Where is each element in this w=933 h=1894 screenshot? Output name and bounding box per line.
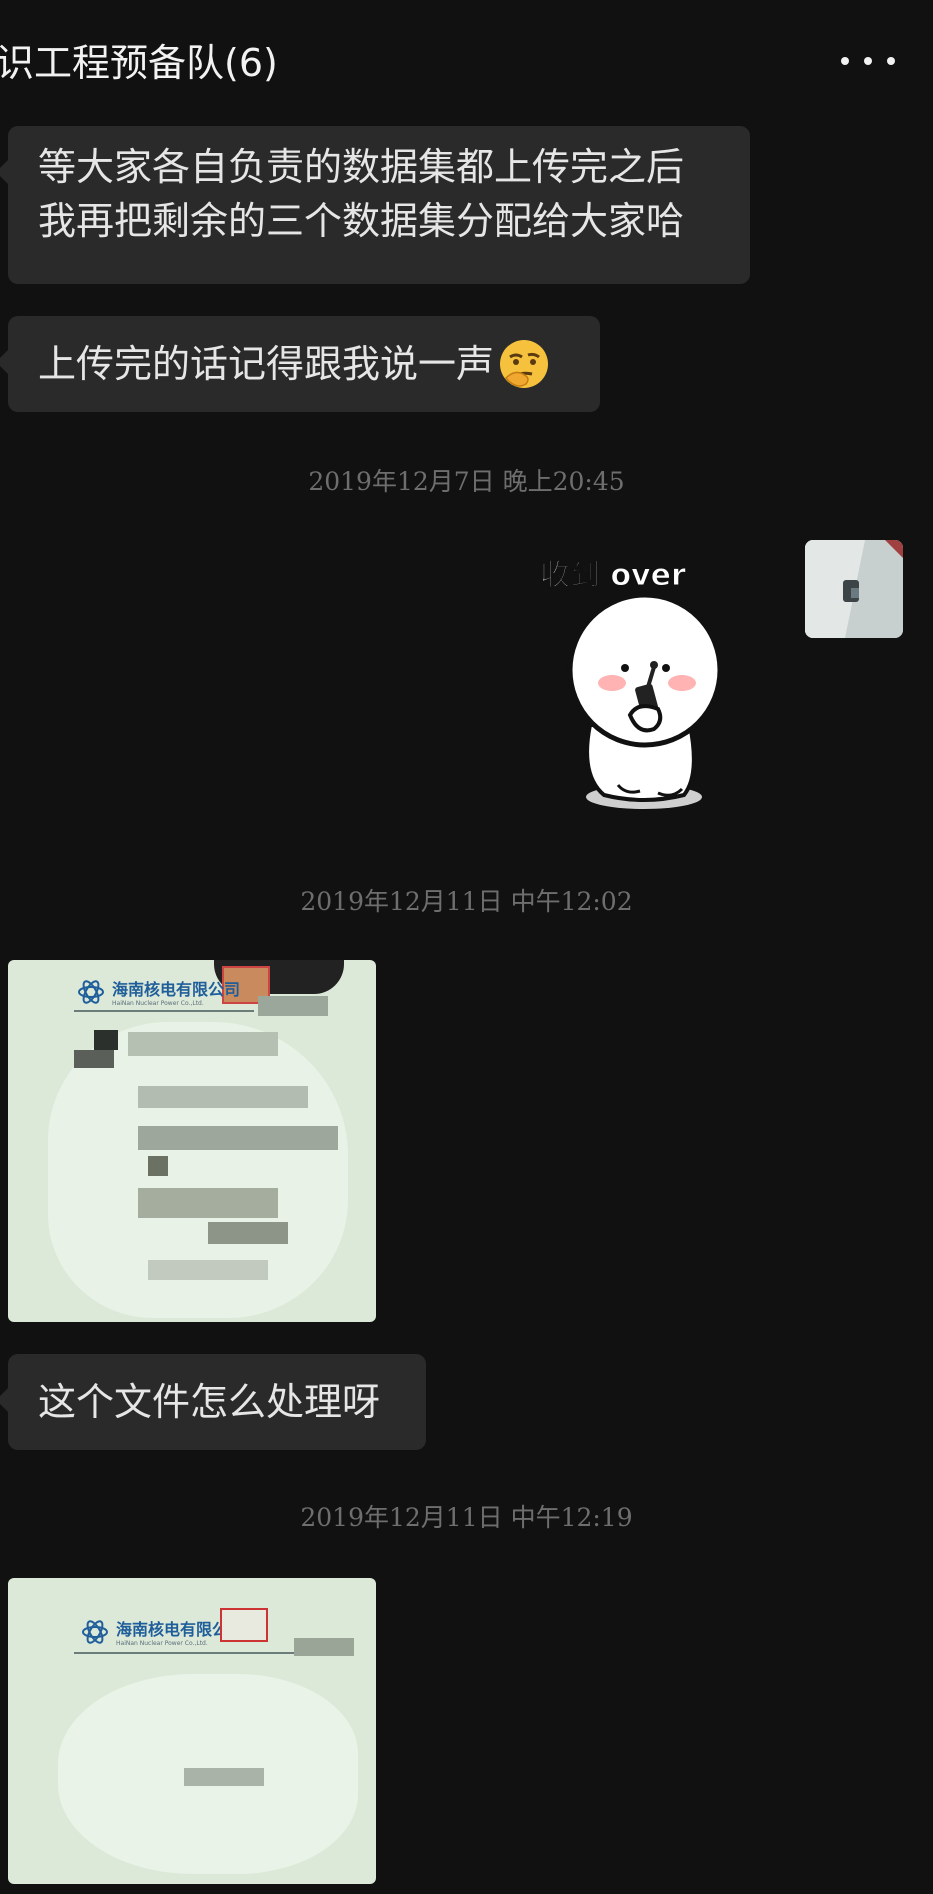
image-message[interactable]: 海南核电有限公司 HaiNan Nuclear Power Co.,Ltd. xyxy=(8,1578,376,1884)
message-line: 等大家各自负责的数据集都上传完之后 xyxy=(38,145,685,189)
timestamp: 2019年12月11日 中午12:19 xyxy=(300,1503,633,1532)
logo-text: 海南核电有限公司 xyxy=(112,980,241,999)
header-rule xyxy=(74,1010,254,1012)
mosaic-block xyxy=(138,1188,278,1218)
mosaic-block xyxy=(128,1032,278,1056)
message-text: 上传完的话记得跟我说一声 xyxy=(38,342,495,386)
image-message[interactable]: 海南核电有限公司 HaiNan Nuclear Power Co.,Ltd. xyxy=(8,960,376,1322)
chat-header: 识工程预备队(6) xyxy=(0,0,933,122)
thinking-face-emoji-icon xyxy=(498,338,550,390)
timestamp: 2019年12月7日 晚上20:45 xyxy=(308,467,625,496)
mosaic-block xyxy=(184,1768,264,1786)
more-options-icon[interactable] xyxy=(841,46,895,76)
walkie-talkie-sticker-icon[interactable]: 收到 over xyxy=(530,555,745,830)
mosaic-block xyxy=(208,1222,288,1244)
chat-title[interactable]: 识工程预备队(6) xyxy=(0,38,278,88)
message-line: 我再把剩余的三个数据集分配给大家哈 xyxy=(38,199,685,243)
message-bubble[interactable]: 这个文件怎么处理呀 xyxy=(0,1354,426,1450)
mosaic-block xyxy=(74,1050,114,1068)
mosaic-block xyxy=(258,996,328,1016)
atom-logo-icon xyxy=(82,1619,108,1644)
dot xyxy=(841,57,849,65)
mosaic-block xyxy=(138,1126,338,1150)
sticker-caption: 收到 over xyxy=(540,558,686,593)
dot xyxy=(864,57,872,65)
avatar[interactable] xyxy=(805,540,903,638)
atom-logo-icon xyxy=(78,979,104,1004)
logo-subtext: HaiNan Nuclear Power Co.,Ltd. xyxy=(112,1000,204,1007)
message-bubble[interactable]: 等大家各自负责的数据集都上传完之后 我再把剩余的三个数据集分配给大家哈 xyxy=(0,126,750,284)
mosaic-block xyxy=(138,1086,308,1108)
red-stamp xyxy=(220,1608,268,1642)
company-logo: 海南核电有限公司 HaiNan Nuclear Power Co.,Ltd. xyxy=(76,976,240,1007)
header-rule xyxy=(74,1652,294,1654)
mosaic-block xyxy=(94,1030,118,1050)
timestamp: 2019年12月11日 中午12:02 xyxy=(300,887,633,916)
mosaic-block xyxy=(148,1260,268,1280)
message-bubble[interactable]: 上传完的话记得跟我说一声 xyxy=(0,316,600,412)
message-text: 这个文件怎么处理呀 xyxy=(38,1380,381,1424)
mosaic-block xyxy=(294,1638,354,1656)
dot xyxy=(887,57,895,65)
mosaic-block xyxy=(148,1156,168,1176)
